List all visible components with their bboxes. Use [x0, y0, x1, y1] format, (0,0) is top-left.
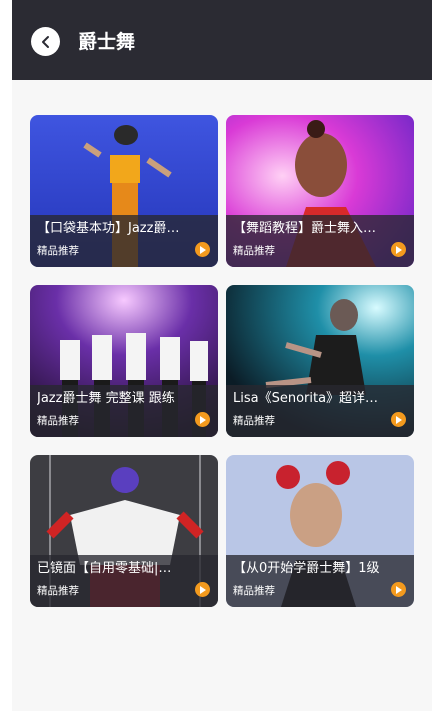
- card-title: Jazz爵士舞 完整课 跟练: [37, 391, 175, 406]
- play-icon: [200, 245, 206, 254]
- play-button[interactable]: [195, 582, 210, 597]
- video-card[interactable]: 【口袋基本功】Jazz爵… 精品推荐: [30, 115, 218, 267]
- play-icon: [200, 585, 206, 594]
- back-button[interactable]: [31, 27, 60, 56]
- card-tag: 精品推荐: [233, 245, 275, 257]
- card-tag: 精品推荐: [37, 585, 79, 597]
- video-card[interactable]: 已镜面【自用零基础|… 精品推荐: [30, 455, 218, 607]
- play-icon: [396, 245, 402, 254]
- play-button[interactable]: [195, 242, 210, 257]
- card-info: 【舞蹈教程】爵士舞入… 精品推荐: [226, 215, 414, 267]
- card-info: Lisa《Senorita》超详… 精品推荐: [226, 385, 414, 437]
- card-tag: 精品推荐: [37, 415, 79, 427]
- card-tag: 精品推荐: [233, 415, 275, 427]
- card-tag: 精品推荐: [233, 585, 275, 597]
- play-icon: [396, 585, 402, 594]
- card-info: Jazz爵士舞 完整课 跟练 精品推荐: [30, 385, 218, 437]
- header-bar: 爵士舞: [12, 0, 432, 80]
- chevron-left-icon: [41, 35, 49, 48]
- card-title: Lisa《Senorita》超详…: [233, 391, 379, 406]
- card-title: 【舞蹈教程】爵士舞入…: [233, 221, 377, 236]
- play-button[interactable]: [391, 582, 406, 597]
- video-card[interactable]: 【舞蹈教程】爵士舞入… 精品推荐: [226, 115, 414, 267]
- card-info: 已镜面【自用零基础|… 精品推荐: [30, 555, 218, 607]
- video-card[interactable]: Lisa《Senorita》超详… 精品推荐: [226, 285, 414, 437]
- video-card[interactable]: 【从0开始学爵士舞】1级 精品推荐: [226, 455, 414, 607]
- app-screen: 爵士舞 【口袋基本功】Jazz爵… 精品推荐 【舞蹈教程】爵士舞入… 精品推荐 …: [12, 0, 432, 711]
- play-icon: [200, 415, 206, 424]
- card-info: 【从0开始学爵士舞】1级 精品推荐: [226, 555, 414, 607]
- card-info: 【口袋基本功】Jazz爵… 精品推荐: [30, 215, 218, 267]
- play-icon: [396, 415, 402, 424]
- page-title: 爵士舞: [78, 31, 136, 53]
- card-title: 已镜面【自用零基础|…: [37, 561, 172, 576]
- play-button[interactable]: [391, 412, 406, 427]
- card-tag: 精品推荐: [37, 245, 79, 257]
- play-button[interactable]: [391, 242, 406, 257]
- card-title: 【从0开始学爵士舞】1级: [233, 561, 380, 576]
- video-card[interactable]: Jazz爵士舞 完整课 跟练 精品推荐: [30, 285, 218, 437]
- card-title: 【口袋基本功】Jazz爵…: [37, 221, 180, 236]
- play-button[interactable]: [195, 412, 210, 427]
